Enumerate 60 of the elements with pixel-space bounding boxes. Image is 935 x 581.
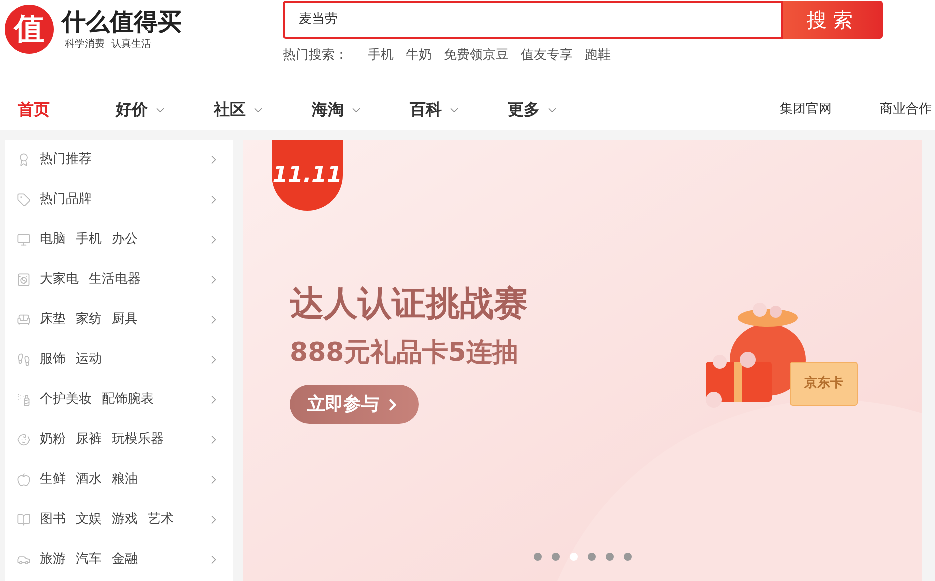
category-link[interactable]: 电脑 [40, 230, 66, 250]
category-icon [17, 353, 31, 367]
event-badge: 11.11 [272, 140, 343, 211]
category-icon [17, 153, 31, 167]
category-link[interactable]: 床垫 [40, 310, 66, 330]
category-link[interactable]: 酒水 [76, 470, 102, 490]
nav-tab[interactable]: 海淘 [312, 98, 410, 122]
logo-mark: 值 [5, 5, 54, 54]
category-icon [17, 433, 31, 447]
search-field[interactable]: 麦当劳 [283, 1, 783, 39]
category-link[interactable]: 奶粉 [40, 430, 66, 450]
category-link[interactable]: 个护美妆 [40, 390, 92, 410]
logo-slogan: 科学消费 认真生活 [64, 38, 152, 52]
hot-search-link[interactable]: 值友专享 [521, 46, 573, 66]
banner-title: 达人认证挑战赛 [290, 283, 529, 326]
category-link[interactable]: 文娱 [76, 510, 102, 530]
hot-search-link[interactable]: 牛奶 [406, 46, 432, 66]
nav-tab[interactable]: 社区 [214, 98, 312, 122]
category-link[interactable]: 旅游 [40, 550, 66, 570]
category-link[interactable]: 尿裤 [76, 430, 102, 450]
nav-tab[interactable]: 百科 [410, 98, 508, 122]
category-link[interactable]: 配饰腕表 [102, 390, 154, 410]
hot-search-link[interactable]: 免费领京豆 [444, 46, 509, 66]
category-link[interactable]: 热门品牌 [40, 190, 92, 210]
logo-name: 什么值得买 [62, 7, 182, 37]
hot-search-label: 热门搜索： [283, 47, 348, 65]
nav-tab[interactable]: 更多 [508, 98, 606, 122]
category-link[interactable]: 运动 [76, 350, 102, 370]
category-link[interactable]: 手机 [76, 230, 102, 250]
category-link[interactable]: 热门推荐 [40, 150, 92, 170]
category-link[interactable]: 玩模乐器 [112, 430, 164, 450]
category-icon [17, 273, 31, 287]
category-icon [17, 513, 31, 527]
category-icon [17, 473, 31, 487]
hot-search-link[interactable]: 手机 [368, 46, 394, 66]
category-link[interactable]: 图书 [40, 510, 66, 530]
nav-tab[interactable]: 首页 [18, 98, 116, 122]
category-link[interactable]: 生活电器 [89, 270, 141, 290]
category-link[interactable]: 服饰 [40, 350, 66, 370]
gift-card: 京东卡 [790, 362, 858, 406]
hot-search-link[interactable]: 跑鞋 [585, 46, 611, 66]
category-link[interactable]: 生鲜 [40, 470, 66, 490]
category-link[interactable]: 游戏 [112, 510, 138, 530]
category-icon [17, 193, 31, 207]
category-link[interactable]: 厨具 [112, 310, 138, 330]
join-button[interactable]: 立即参与 [290, 385, 419, 424]
category-link[interactable]: 粮油 [112, 470, 138, 490]
category-link[interactable]: 艺术 [148, 510, 174, 530]
nav-link[interactable]: 商业合作 [880, 100, 932, 120]
category-icon [17, 233, 31, 247]
search-button[interactable]: 搜索 [783, 1, 883, 39]
category-link[interactable]: 汽车 [76, 550, 102, 570]
nav-link[interactable]: 集团官网 [780, 100, 832, 120]
category-icon [17, 313, 31, 327]
category-link[interactable]: 金融 [112, 550, 138, 570]
nav-tab[interactable]: 好价 [116, 98, 214, 122]
category-link[interactable]: 大家电 [40, 270, 79, 290]
banner-subtitle: 888元礼品卡5连抽 [290, 337, 520, 370]
category-link[interactable]: 家纺 [76, 310, 102, 330]
category-link[interactable]: 办公 [112, 230, 138, 250]
